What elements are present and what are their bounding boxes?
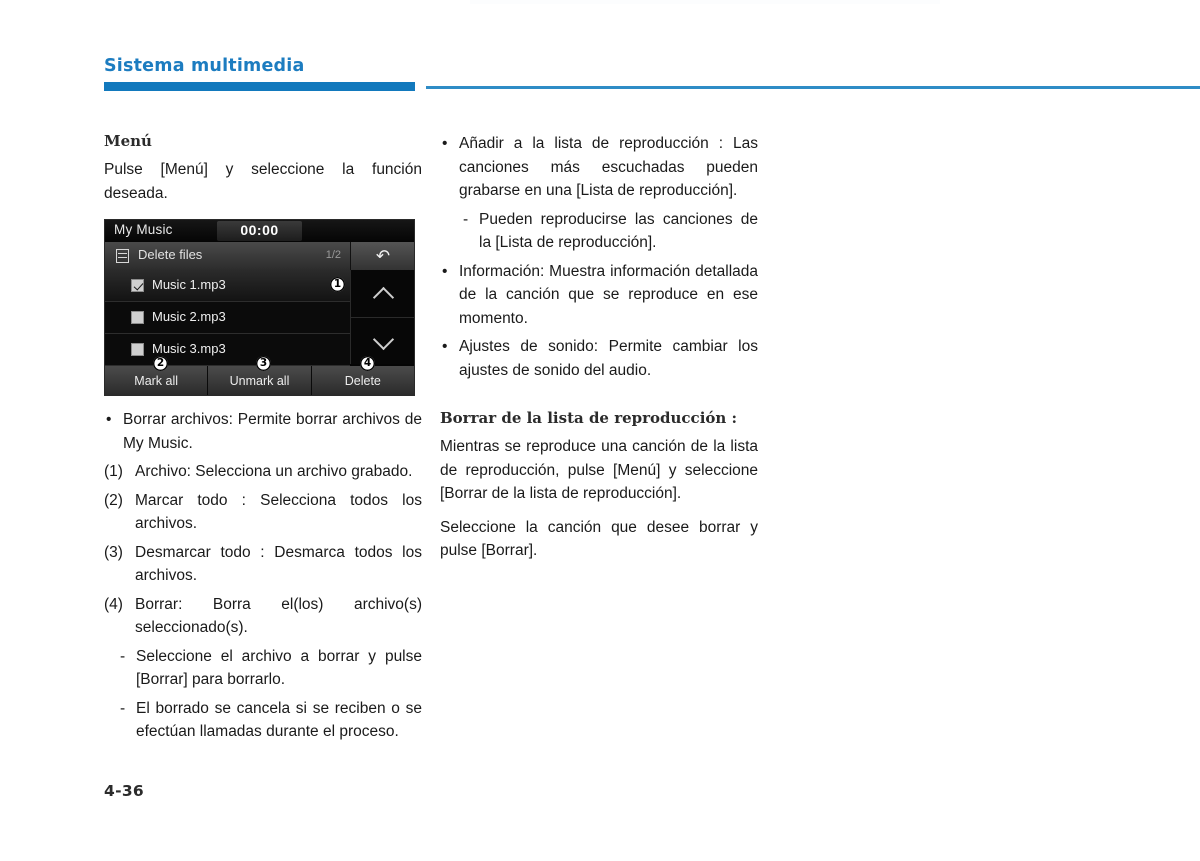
section-paragraph-2: Seleccione la canción que desee borrar y… [440,518,758,560]
list-item: • Ajustes de sonido: Permite cambiar los… [440,335,758,382]
item-number: (4) [104,595,123,613]
head-unit-back-button[interactable]: ↶ [350,242,414,270]
scroll-up-button[interactable] [351,270,414,318]
callout-marker-1: 1 [330,277,345,292]
file-name-label: Music 3.mp3 [152,341,226,356]
page-title: Sistema multimedia [104,56,305,76]
sub-list-item-text: Pueden reproducirse las canciones de la … [479,210,758,252]
list-item: (3) Desmarcar todo : Desmarca todos los … [104,541,422,588]
sub-list-item-text: Seleccione el archivo a borrar y pulse [… [136,647,422,689]
list-item: (1) Archivo: Selecciona un archivo graba… [104,460,422,484]
head-unit-title-bar: My Music 00:00 [105,220,414,242]
scroll-down-button[interactable] [351,317,414,364]
list-item-text: Borrar archivos: Permite borrar archivos… [123,411,422,452]
file-list-row[interactable]: Music 3.mp3 [105,334,350,366]
head-unit-file-list: Music 1.mp3 Music 2.mp3 Music 3.mp3 [105,270,350,366]
delete-button[interactable]: Delete [311,366,414,395]
file-checkbox[interactable] [131,343,144,356]
head-unit-page-indicator: 1/2 [325,249,341,261]
sub-list-item: - Seleccione el archivo a borrar y pulse… [104,645,422,692]
chevron-up-icon [372,286,395,308]
bullet-marker: • [442,338,448,355]
dash-marker: - [120,699,126,717]
head-unit-scroll-column [350,270,414,364]
list-item-text: Añadir a la lista de reproducción : Las … [459,135,758,199]
left-column: Menú Pulse [Menú] y seleccione la funció… [104,132,422,749]
menu-heading: Menú [104,132,152,150]
menu-intro-paragraph: Pulse [Menú] y seleccione la función des… [104,161,422,202]
callout-marker-4: 4 [360,356,375,371]
right-column: • Añadir a la lista de reproducción : La… [440,132,758,563]
file-name-label: Music 1.mp3 [152,277,226,292]
list-item-text: Archivo: Selecciona un archivo grabado. [135,463,413,480]
list-item: (2) Marcar todo : Selecciona todos los a… [104,489,422,536]
list-item-text: Ajustes de sonido: Permite cambiar los a… [459,338,758,379]
list-icon [116,249,129,263]
section-paragraph-1: Mientras se reproduce una canción de la … [440,438,758,502]
item-number: (3) [104,543,123,561]
back-arrow-icon: ↶ [375,246,391,266]
file-list-row[interactable]: Music 1.mp3 [105,270,350,302]
head-unit-subbar-title: Delete files [138,247,203,262]
scan-artifact [470,0,940,4]
file-checkbox[interactable] [131,311,144,324]
callout-marker-3: 3 [256,356,271,371]
header-rule-thin [426,86,1200,89]
head-unit-source-label: My Music [114,222,173,237]
list-item-text: Marcar todo : Selecciona todos los archi… [135,491,422,533]
bullet-marker: • [106,411,112,428]
head-unit-screenshot: My Music 00:00 Delete files 1/2 ↶ Music … [104,219,415,396]
list-item-text: Desmarcar todo : Desmarca todos los arch… [135,543,422,585]
list-item: • Añadir a la lista de reproducción : La… [440,132,758,203]
file-list-row[interactable]: Music 2.mp3 [105,302,350,334]
list-item-text: Borrar: Borra el(los) archivo(s) selecci… [135,595,422,637]
bullet-marker: • [442,135,448,152]
file-name-label: Music 2.mp3 [152,309,226,324]
page-header: Sistema multimedia [104,56,1200,96]
head-unit-time: 00:00 [240,222,279,238]
section-heading: Borrar de la lista de reproducción : [440,409,738,427]
header-rule-thick [104,82,415,91]
dash-marker: - [463,210,469,228]
sub-list-item-text: El borrado se cancela si se reciben o se… [136,699,422,741]
list-item: (4) Borrar: Borra el(los) archivo(s) sel… [104,593,422,640]
item-number: (2) [104,491,123,509]
head-unit-subbar: Delete files 1/2 [105,242,350,270]
file-checkbox[interactable] [131,279,144,292]
sub-list-item: - Pueden reproducirse las canciones de l… [440,208,758,255]
head-unit-time-container: 00:00 [217,221,302,241]
list-item: • Información: Muestra información detal… [440,260,758,331]
callout-marker-2: 2 [153,356,168,371]
page-number: 4-36 [104,782,144,800]
dash-marker: - [120,647,126,665]
sub-list-item: - El borrado se cancela si se reciben o … [104,697,422,744]
item-number: (1) [104,463,123,480]
chevron-down-icon [372,328,395,350]
list-item-text: Información: Muestra información detalla… [459,262,758,327]
bullet-marker: • [442,262,448,280]
list-item: • Borrar archivos: Permite borrar archiv… [104,408,422,455]
